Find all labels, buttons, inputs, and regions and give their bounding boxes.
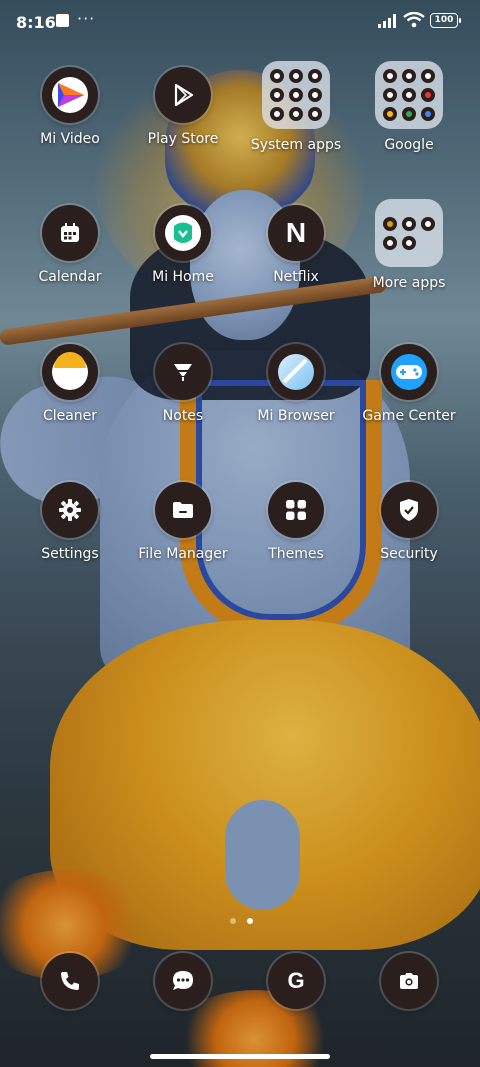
- system-apps-folder-icon: [262, 61, 330, 129]
- app-label: Mi Video: [40, 131, 100, 147]
- app-label: Calendar: [38, 269, 102, 285]
- page-indicator: [230, 909, 259, 928]
- app-netflix[interactable]: N Netflix: [241, 205, 351, 285]
- app-label: Mi Home: [152, 269, 214, 285]
- folder-google[interactable]: Google: [354, 61, 464, 153]
- dock-messages[interactable]: [128, 953, 238, 1009]
- notes-icon: [155, 344, 211, 400]
- more-apps-folder-icon: [375, 199, 443, 267]
- clock: 8:16: [16, 13, 56, 32]
- page-dot-active[interactable]: [247, 918, 254, 924]
- calendar-icon: [42, 205, 98, 261]
- dock-google-search[interactable]: G: [241, 953, 351, 1009]
- google-letter: G: [287, 968, 305, 993]
- netflix-icon: N: [268, 205, 324, 261]
- app-file-manager[interactable]: File Manager: [128, 482, 238, 562]
- app-calendar[interactable]: Calendar: [15, 205, 125, 285]
- app-mi-video[interactable]: Mi Video: [15, 67, 125, 147]
- app-label: Settings: [41, 546, 99, 562]
- app-settings[interactable]: Settings: [15, 482, 125, 562]
- app-label: Play Store: [147, 131, 219, 147]
- messages-icon: [155, 953, 211, 1009]
- google-search-icon: G: [268, 953, 324, 1009]
- app-label: Mi Browser: [257, 408, 335, 424]
- page-dot[interactable]: [230, 918, 236, 924]
- app-themes[interactable]: Themes: [241, 482, 351, 562]
- folder-label: More apps: [372, 275, 446, 291]
- app-label: Themes: [268, 546, 324, 562]
- app-security[interactable]: Security: [354, 482, 464, 562]
- app-game-center[interactable]: Game Center: [354, 344, 464, 424]
- app-label: Netflix: [273, 269, 319, 285]
- signal-icon: [378, 14, 396, 28]
- gesture-navigation-bar[interactable]: [150, 1054, 330, 1059]
- app-label: Cleaner: [42, 408, 98, 424]
- app-notes[interactable]: Notes: [128, 344, 238, 424]
- app-label: Notes: [162, 408, 204, 424]
- app-label: Security: [380, 546, 438, 562]
- google-folder-icon: [375, 61, 443, 129]
- folder-more-apps[interactable]: More apps: [354, 199, 464, 291]
- play-store-icon: [155, 67, 211, 123]
- folder-label: Google: [384, 137, 434, 153]
- camera-icon: [381, 953, 437, 1009]
- folder-icon: [155, 482, 211, 538]
- notification-square-icon: [56, 14, 69, 27]
- folder-system-apps[interactable]: System apps: [241, 61, 351, 153]
- cleaner-icon: [42, 344, 98, 400]
- mi-video-icon: [42, 67, 98, 123]
- dock-phone[interactable]: [15, 953, 125, 1009]
- mi-browser-icon: [268, 344, 324, 400]
- gear-icon: [42, 482, 98, 538]
- dock-camera[interactable]: [354, 953, 464, 1009]
- battery-icon: 100: [430, 13, 461, 28]
- folder-label: System apps: [250, 137, 342, 153]
- status-bar: 8:16 ··· 100: [0, 0, 480, 44]
- phone-icon: [42, 953, 98, 1009]
- app-mi-browser[interactable]: Mi Browser: [241, 344, 351, 424]
- more-notifications-icon: ···: [77, 9, 96, 28]
- themes-grid-icon: [268, 482, 324, 538]
- app-label: Game Center: [362, 408, 456, 424]
- app-mi-home[interactable]: Mi Home: [128, 205, 238, 285]
- mi-home-icon: [155, 205, 211, 261]
- app-label: File Manager: [138, 546, 228, 562]
- app-cleaner[interactable]: Cleaner: [15, 344, 125, 424]
- wifi-icon: [403, 12, 425, 28]
- game-center-icon: [381, 344, 437, 400]
- netflix-letter: N: [285, 217, 307, 248]
- app-play-store[interactable]: Play Store: [128, 67, 238, 147]
- shield-icon: [381, 482, 437, 538]
